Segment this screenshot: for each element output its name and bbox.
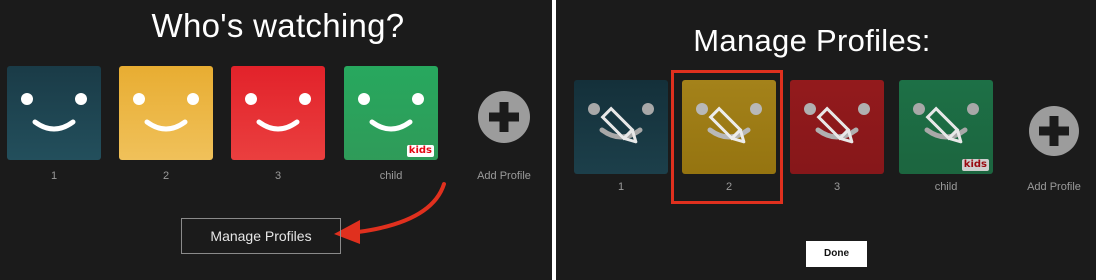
whos-watching-screen: Who's watching? kids 1 2 3 child Add Pro… [0, 0, 552, 280]
pencil-edit-icon [816, 106, 854, 144]
profile-label-1: 1 [617, 181, 625, 193]
kids-badge: kids [406, 145, 434, 157]
profile-avatar-child[interactable]: kids [344, 66, 438, 160]
add-profile-label: Add Profile [1027, 181, 1081, 193]
profile-avatar-3[interactable] [790, 80, 884, 174]
add-profile-icon[interactable] [478, 91, 530, 143]
page-title: Manage Profiles: [693, 23, 931, 58]
profile-label-2: 2 [162, 170, 170, 182]
page-title: Who's watching? [151, 7, 405, 44]
manage-profiles-button[interactable]: Manage Profiles [181, 218, 341, 254]
profile-avatar-1[interactable] [574, 80, 668, 174]
profile-avatar-2[interactable] [119, 66, 213, 160]
profile-avatar-child[interactable]: kids [899, 80, 993, 174]
profile-label-3: 3 [833, 181, 841, 193]
smiley-face-icon [133, 93, 199, 132]
profile-avatar-3[interactable] [231, 66, 325, 160]
smiley-face-icon [21, 93, 87, 132]
done-button[interactable]: Done [806, 241, 867, 267]
add-profile-label: Add Profile [477, 170, 531, 182]
manage-profiles-screen: Manage Profiles: kids 1 2 3 child Add Pr… [556, 0, 1096, 280]
add-profile-icon[interactable] [1029, 106, 1079, 156]
profile-label-2: 2 [725, 181, 733, 193]
pencil-edit-icon [600, 106, 638, 144]
profile-avatar-1[interactable] [7, 66, 101, 160]
profile-label-child: child [934, 181, 958, 193]
smiley-face-icon [245, 93, 311, 132]
profile-label-1: 1 [50, 170, 58, 182]
kids-badge: kids [961, 159, 989, 171]
